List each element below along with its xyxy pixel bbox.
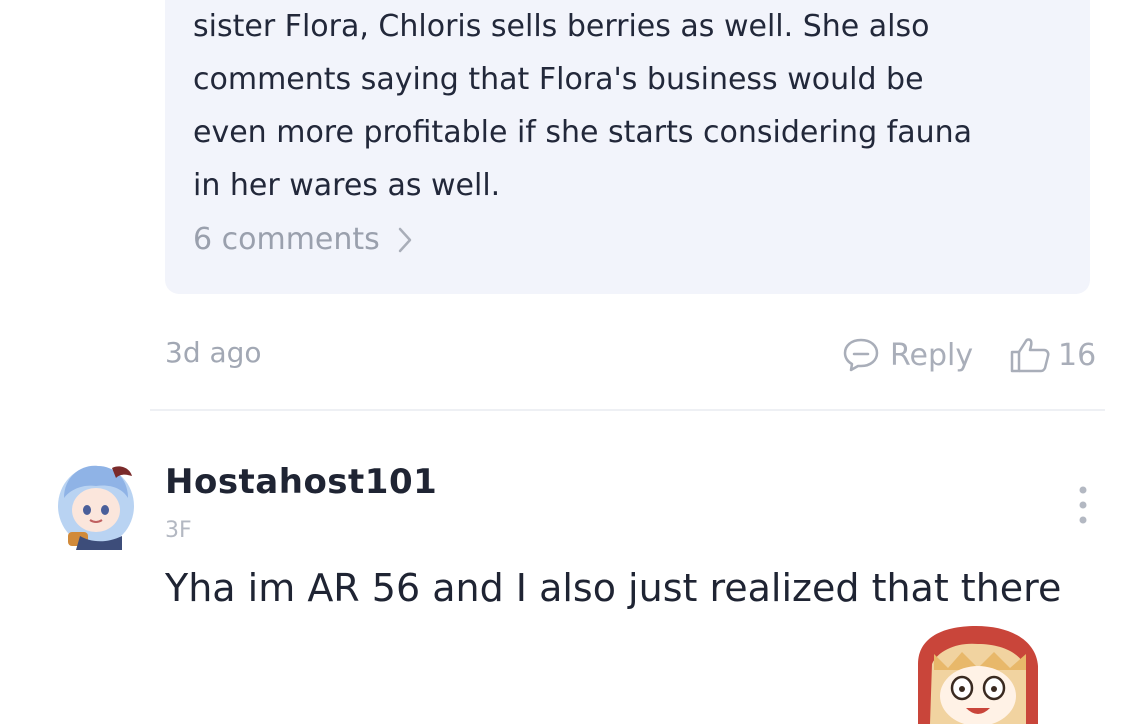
view-comments-link[interactable]: 6 comments [193,222,412,257]
comment-timestamp: 3d ago [165,336,262,369]
reply-label: Reply [890,337,974,373]
thumbs-up-icon [1010,338,1050,373]
avatar[interactable] [50,458,142,550]
more-vertical-icon [1079,486,1087,524]
comments-count-label: 6 comments [193,222,380,257]
like-button[interactable]: 16 [1008,334,1096,376]
chevron-right-icon [398,227,412,252]
comment-username[interactable]: Hostahost101 [165,462,437,502]
comment-body: Yha im AR 56 and I also just realized th… [165,566,1062,610]
reply-preview-text: sister Flora, Chloris sells berries as w… [193,9,973,203]
like-count: 16 [1058,337,1097,373]
reply-preview-box[interactable]: sister Flora, Chloris sells berries as w… [165,0,1090,294]
more-options-button[interactable] [1068,484,1098,526]
comment-divider [150,409,1105,411]
sticker-image [908,624,1048,726]
chat-bubble-icon [843,338,879,372]
reply-button[interactable]: Reply [842,334,973,376]
comment-floor-number: 3F [165,518,192,543]
